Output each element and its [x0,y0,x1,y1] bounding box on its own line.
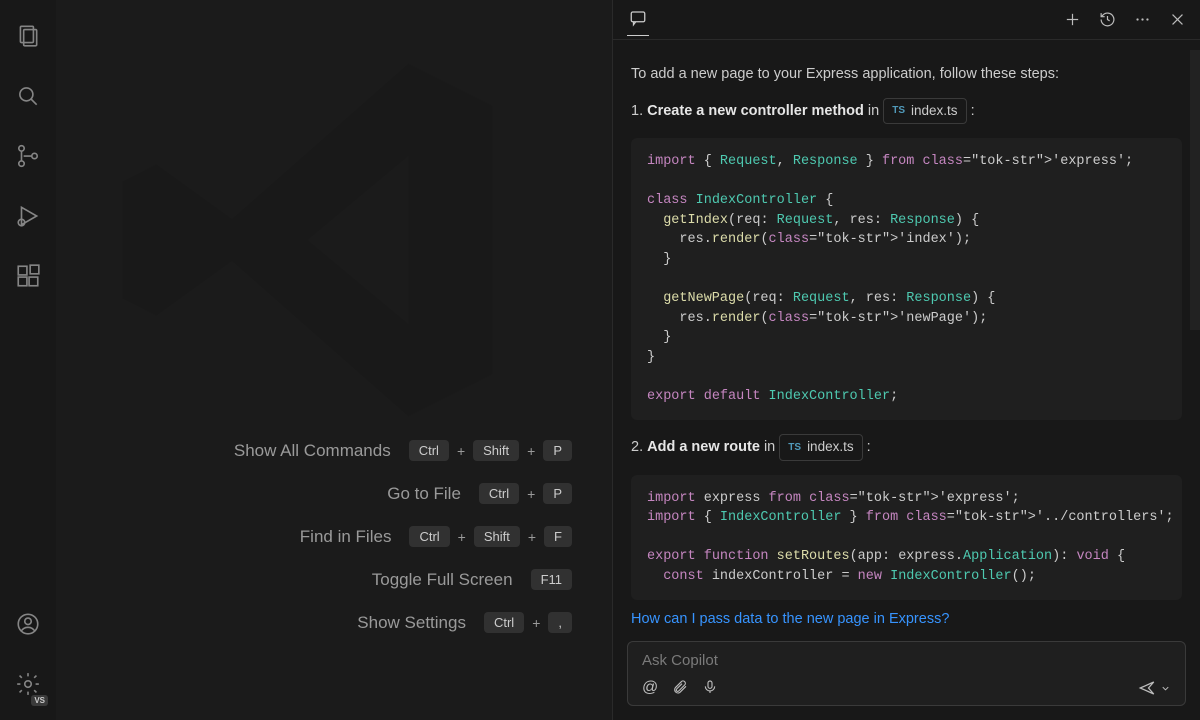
chat-tab-icon[interactable] [627,3,649,36]
extensions-icon[interactable] [4,252,52,300]
key: Ctrl [484,612,524,633]
chat-panel: To add a new page to your Express applic… [612,0,1200,720]
key: P [543,483,572,504]
run-debug-icon[interactable] [4,192,52,240]
key: F [544,526,572,547]
attach-icon[interactable] [672,679,688,697]
manage-icon[interactable]: VS [4,660,52,708]
search-icon[interactable] [4,72,52,120]
cmd-label: Find in Files [300,527,392,547]
ts-icon: TS [788,440,801,455]
source-control-icon[interactable] [4,132,52,180]
key: Shift [474,526,520,547]
file-chip[interactable]: TSindex.ts [779,434,862,460]
chat-step-1: 1. Create a new controller method in TSi… [631,98,1182,124]
key: Ctrl [409,440,449,461]
key: Shift [473,440,519,461]
code-block-1[interactable]: import { Request, Response } from class=… [631,138,1182,420]
key: P [543,440,572,461]
accounts-icon[interactable] [4,600,52,648]
vscode-watermark [106,30,526,450]
cmd-show-all-commands: Show All Commands Ctrl+Shift+P [234,440,572,461]
more-icon[interactable] [1134,11,1151,28]
mic-icon[interactable] [702,679,718,697]
cmd-find-in-files: Find in Files Ctrl+Shift+F [300,526,572,547]
chat-body: To add a new page to your Express applic… [613,40,1200,609]
scrollbar[interactable] [1190,50,1200,330]
ts-icon: TS [892,103,905,118]
history-icon[interactable] [1099,11,1116,28]
chevron-down-icon[interactable] [1160,683,1171,694]
cmd-go-to-file: Go to File Ctrl+P [387,483,572,504]
cmd-label: Show All Commands [234,441,391,461]
key: Ctrl [409,526,449,547]
chat-step-2: 2. Add a new route in TSindex.ts : [631,434,1182,460]
send-button[interactable] [1138,679,1171,697]
cmd-label: Toggle Full Screen [372,570,513,590]
cmd-label: Go to File [387,484,461,504]
code-block-2[interactable]: import express from class="tok-str">'exp… [631,475,1182,601]
key: Ctrl [479,483,519,504]
chat-input-placeholder: Ask Copilot [642,652,1171,669]
key: F11 [531,569,572,590]
cmd-toggle-fullscreen: Toggle Full Screen F11 [372,569,572,590]
explorer-icon[interactable] [4,12,52,60]
editor-area: Show All Commands Ctrl+Shift+P Go to Fil… [56,0,612,720]
suggestion-link[interactable]: How can I pass data to the new page in E… [631,611,1200,631]
mention-icon[interactable]: @ [642,679,658,697]
chat-tab-bar [613,0,1200,40]
manage-badge: VS [31,695,48,706]
file-chip[interactable]: TSindex.ts [883,98,966,124]
close-icon[interactable] [1169,11,1186,28]
key: , [548,612,572,633]
welcome-commands: Show All Commands Ctrl+Shift+P Go to Fil… [56,440,572,633]
cmd-label: Show Settings [357,613,466,633]
activity-bar: VS [0,0,56,720]
new-chat-icon[interactable] [1064,11,1081,28]
cmd-show-settings: Show Settings Ctrl+, [357,612,572,633]
chat-intro: To add a new page to your Express applic… [631,64,1182,86]
chat-input[interactable]: Ask Copilot @ [627,641,1186,706]
